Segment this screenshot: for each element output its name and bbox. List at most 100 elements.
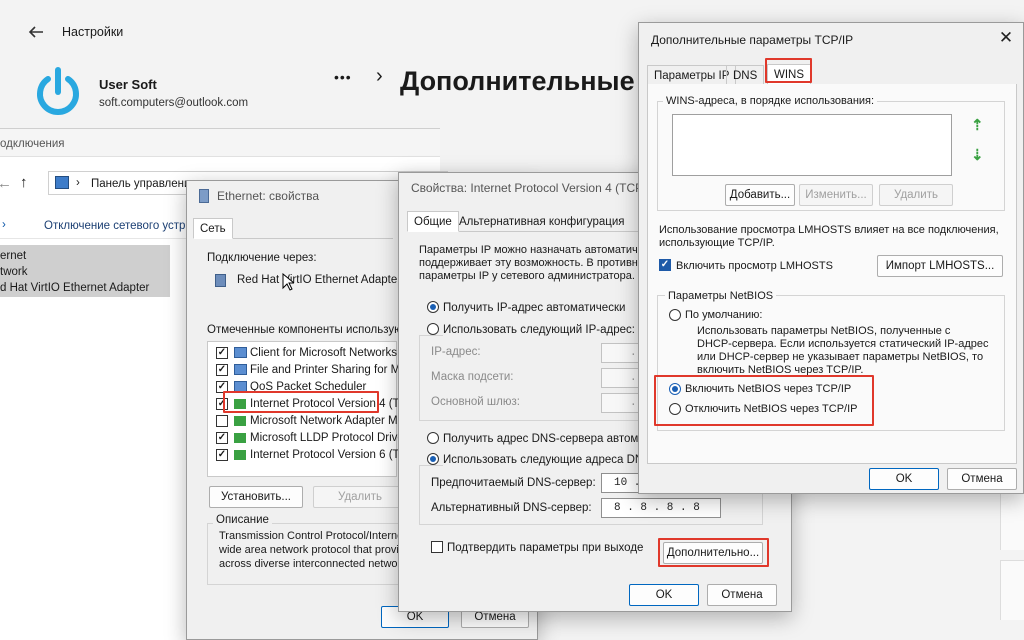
move-up-icon[interactable]: ⇡: [971, 118, 984, 133]
nav-up-icon[interactable]: ↑: [20, 175, 28, 190]
component-checkbox[interactable]: [216, 415, 228, 427]
radio-manual-dns[interactable]: [427, 453, 439, 465]
component-checkbox[interactable]: ✓: [216, 347, 228, 359]
component-checkbox[interactable]: ✓: [216, 449, 228, 461]
wins-remove-button[interactable]: Удалить: [879, 184, 953, 206]
connection-network: twork: [0, 266, 28, 278]
tab-dns[interactable]: DNS: [726, 65, 765, 86]
import-lmhosts-button[interactable]: Импорт LMHOSTS...: [877, 255, 1003, 277]
radio-auto-dns[interactable]: [427, 432, 439, 444]
component-label: Microsoft LLDP Protocol Driver: [250, 432, 408, 444]
explorer-titlebar: [0, 129, 440, 157]
protocol-icon: [234, 416, 246, 426]
component-label: Microsoft Network Adapter Multip: [250, 415, 419, 427]
radio-netbios-default[interactable]: [669, 309, 681, 321]
radio-auto-dns-label: Получить адрес DNS-сервера автомати: [443, 433, 657, 445]
component-label: File and Printer Sharing for Micro: [250, 364, 419, 376]
settings-right-edge-card: [1000, 490, 1024, 550]
netbios-options-highlight: [654, 375, 874, 426]
mouse-cursor-icon: [282, 272, 296, 291]
subnet-mask-label: Маска подсети:: [431, 371, 514, 383]
radio-auto-ip[interactable]: [427, 301, 439, 313]
radio-netbios-default-label: По умолчанию:: [685, 309, 763, 321]
ipv4-intro: параметры IP у сетевого администратора.: [419, 270, 635, 282]
sharing-icon: [234, 364, 247, 375]
alternate-dns-field[interactable]: 8 . 8 . 8 . 8: [601, 498, 721, 518]
lmhosts-checkbox[interactable]: ✓: [659, 259, 671, 271]
wins-address-list[interactable]: [672, 114, 952, 176]
netbios-default-desc: Использовать параметры NetBIOS, полученн…: [697, 325, 951, 337]
netbios-default-desc: DHCP-сервера. Если используется статичес…: [697, 338, 989, 350]
user-name: User Soft: [99, 77, 157, 92]
description-line: Transmission Control Protocol/Internet: [219, 530, 407, 542]
command-chevron-icon: ›: [2, 219, 6, 231]
radio-auto-ip-label: Получить IP-адрес автоматически: [443, 302, 626, 314]
advanced-tcpip-dialog: Дополнительные параметры TCP/IP ✕ Параме…: [638, 22, 1024, 494]
component-row[interactable]: ✓ File and Printer Sharing for Micro: [208, 361, 419, 378]
advanced-cancel-button[interactable]: Отмена: [947, 468, 1017, 490]
ipv4-cancel-button[interactable]: Отмена: [707, 584, 777, 606]
component-checkbox[interactable]: ✓: [216, 364, 228, 376]
component-label: Internet Protocol Version 6 (TCP: [250, 449, 416, 461]
netbios-group-label: Параметры NetBIOS: [665, 289, 777, 303]
validate-checkbox[interactable]: [431, 541, 443, 553]
install-button[interactable]: Установить...: [209, 486, 303, 508]
nav-back-icon[interactable]: ←: [0, 176, 12, 191]
wins-add-button[interactable]: Добавить...: [725, 184, 795, 206]
remove-button[interactable]: Удалить: [313, 486, 407, 508]
ipv4-highlight: [223, 391, 379, 413]
component-row[interactable]: Microsoft Network Adapter Multip: [208, 412, 419, 429]
component-row[interactable]: ✓ Microsoft LLDP Protocol Driver: [208, 429, 408, 446]
tab-general[interactable]: Общие: [407, 211, 459, 232]
close-icon[interactable]: ✕: [995, 27, 1017, 49]
ip-address-label: IP-адрес:: [431, 346, 481, 358]
adapter-icon: [215, 274, 226, 287]
connection-name: ernet: [0, 250, 27, 262]
address-text[interactable]: Панель управлени: [91, 177, 190, 191]
component-row[interactable]: ✓ Client for Microsoft Networks: [208, 344, 398, 361]
wins-list-label: WINS-адреса, в порядке использования:: [663, 94, 878, 108]
command-disconnect[interactable]: Отключение сетевого устр: [44, 219, 185, 233]
tab-network[interactable]: Сеть: [193, 218, 233, 239]
move-down-icon[interactable]: ⇣: [971, 148, 984, 163]
user-email: soft.computers@outlook.com: [99, 97, 249, 109]
advanced-title: Дополнительные параметры TCP/IP: [651, 33, 854, 47]
back-arrow-icon[interactable]: [26, 22, 46, 42]
lmhosts-checkbox-label: Включить просмотр LMHOSTS: [676, 260, 833, 272]
connection-adapter: d Hat VirtIO Ethernet Adapter: [0, 282, 150, 294]
description-line: wide area network protocol that provide: [219, 544, 411, 556]
description-label: Описание: [213, 513, 272, 527]
address-separator: ›: [76, 177, 80, 189]
ipv4-intro: поддерживает эту возможность. В противно: [419, 257, 644, 269]
description-line: across diverse interconnected network: [219, 558, 407, 570]
lmhosts-note: Использование просмотра LMHOSTS влияет н…: [659, 224, 999, 236]
component-row[interactable]: ✓ Internet Protocol Version 6 (TCP: [208, 446, 416, 463]
lmhosts-note: использующие TCP/IP.: [659, 237, 775, 249]
radio-manual-ip-label: Использовать следующий IP-адрес:: [443, 323, 639, 337]
adapter-name: Red Hat VirtIO Ethernet Adapter: [237, 274, 402, 286]
protocol-icon: [234, 433, 246, 443]
client-icon: [234, 347, 247, 358]
validate-label: Подтвердить параметры при выходе: [447, 542, 644, 554]
preferred-dns-label: Предпочитаемый DNS-сервер:: [431, 477, 596, 489]
breadcrumb-chevron-icon: ›: [376, 65, 383, 87]
alternate-dns-label: Альтернативный DNS-сервер:: [431, 502, 592, 514]
component-label: Client for Microsoft Networks: [250, 347, 397, 359]
advanced-ok-button[interactable]: OK: [869, 468, 939, 490]
radio-manual-dns-label: Использовать следующие адреса DNS-с: [443, 453, 665, 467]
breadcrumb-ellipsis[interactable]: •••: [334, 70, 352, 84]
radio-manual-ip[interactable]: [427, 323, 439, 335]
explorer-title: одключения: [0, 138, 65, 150]
settings-right-edge-card-2: [1000, 560, 1024, 620]
wins-tab-highlight: [765, 58, 812, 83]
settings-title: Настройки: [62, 25, 124, 39]
netbios-default-desc: или DHCP-сервер не указывает параметры N…: [697, 351, 984, 363]
wins-edit-button[interactable]: Изменить...: [799, 184, 873, 206]
page-title: Дополнительные п: [400, 66, 659, 96]
tab-alternate-config[interactable]: Альтернативная конфигурация: [453, 212, 631, 233]
control-panel-icon: [55, 176, 69, 189]
ipv4-ok-button[interactable]: OK: [629, 584, 699, 606]
component-checkbox[interactable]: ✓: [216, 432, 228, 444]
tab-ip-settings[interactable]: Параметры IP: [647, 65, 737, 86]
connect-via-label: Подключение через:: [207, 252, 317, 264]
